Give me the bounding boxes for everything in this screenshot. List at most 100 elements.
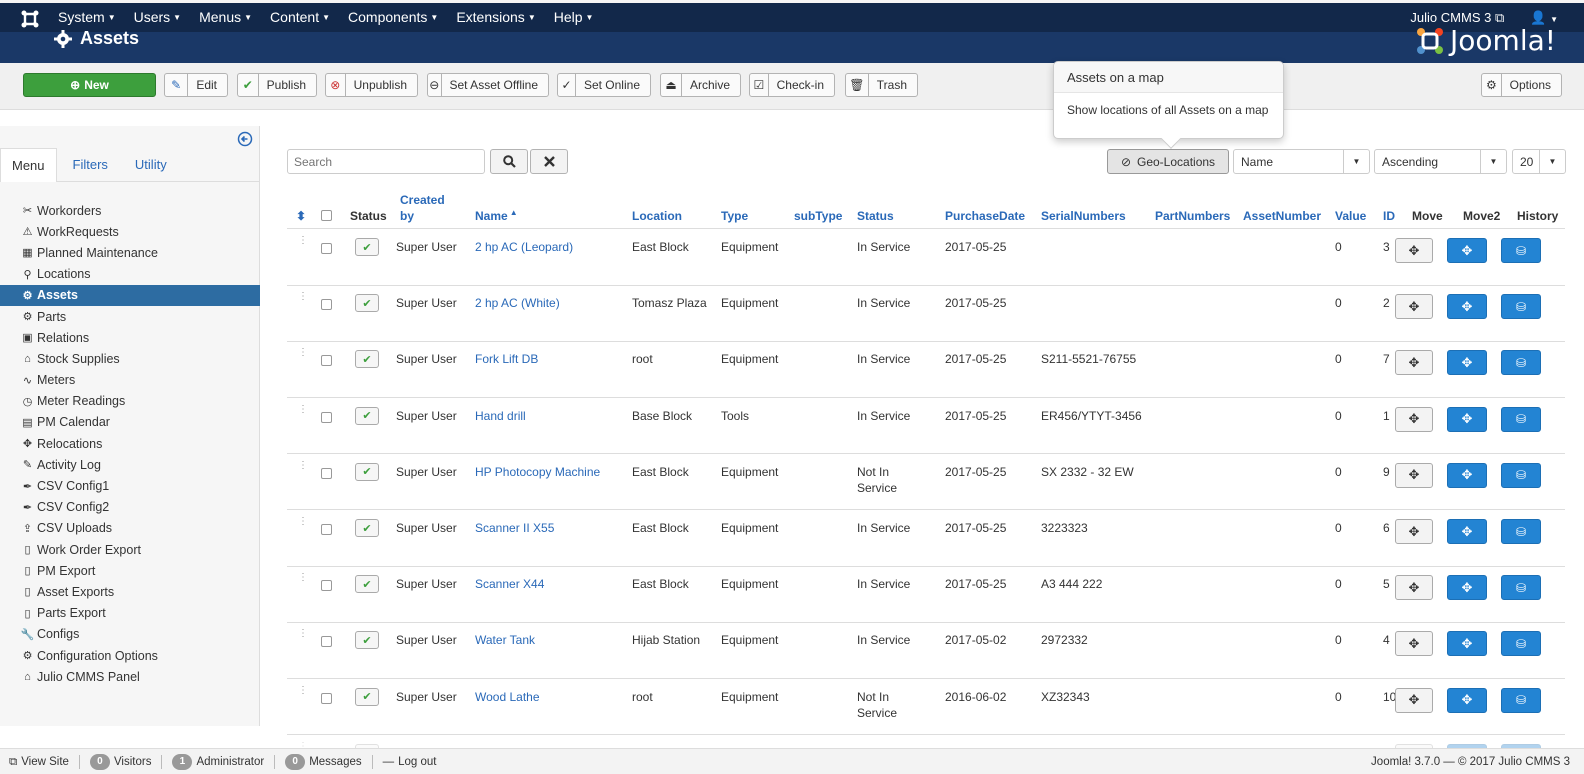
drag-handle-icon[interactable]: ⋮: [298, 404, 308, 414]
move2-button[interactable]: ✥: [1447, 462, 1487, 488]
header-serial-numbers[interactable]: SerialNumbers: [1041, 191, 1126, 226]
published-toggle[interactable]: ✔: [355, 294, 379, 313]
tab-menu[interactable]: Menu: [0, 148, 57, 182]
move-button[interactable]: ✥: [1395, 519, 1433, 544]
trash-button[interactable]: 🗑 Trash: [845, 73, 918, 97]
menu-users[interactable]: Users ▼: [134, 3, 181, 32]
move-button[interactable]: ✥: [1395, 406, 1433, 432]
history-button[interactable]: ⛁: [1501, 687, 1541, 713]
header-value[interactable]: Value: [1335, 191, 1366, 226]
history-button[interactable]: ⛁: [1501, 406, 1541, 432]
sidebar-item-relocations[interactable]: ✥ Relocations: [0, 433, 260, 454]
drag-handle-icon[interactable]: ⋮: [298, 517, 308, 527]
move2-button[interactable]: ✥: [1447, 238, 1487, 263]
sidebar-item-parts[interactable]: ⚙ Parts: [0, 306, 260, 327]
messages-counter[interactable]: 0 Messages: [285, 754, 362, 770]
sidebar-item-parts-export[interactable]: ▯ Parts Export: [0, 603, 260, 624]
sort-field-select[interactable]: Name ▼: [1233, 149, 1370, 174]
sidebar-item-configuration-options[interactable]: ⚙ Configuration Options: [0, 645, 260, 666]
move-button[interactable]: ✥: [1395, 238, 1433, 263]
collapse-sidebar-icon[interactable]: [237, 131, 253, 147]
ordering-header[interactable]: ⬍: [296, 191, 306, 226]
menu-content[interactable]: Content ▼: [270, 3, 330, 32]
row-checkbox[interactable]: [321, 692, 332, 704]
row-checkbox[interactable]: [321, 243, 332, 254]
header-subtype[interactable]: subType: [794, 191, 842, 226]
history-button[interactable]: ⛁: [1501, 350, 1541, 376]
history-button[interactable]: ⛁: [1501, 462, 1541, 488]
search-button[interactable]: [490, 149, 528, 174]
header-purchase-date[interactable]: PurchaseDate: [945, 191, 1025, 226]
sidebar-item-asset-exports[interactable]: ▯ Asset Exports: [0, 581, 260, 602]
move2-button[interactable]: ✥: [1447, 519, 1487, 544]
header-part-numbers[interactable]: PartNumbers: [1155, 191, 1230, 226]
header-name[interactable]: Name ▲: [475, 191, 518, 226]
sidebar-item-meters[interactable]: ∿ Meters: [0, 370, 260, 391]
header-id[interactable]: ID: [1383, 191, 1395, 226]
cell-name[interactable]: 2 hp AC (Leopard): [475, 239, 625, 255]
row-checkbox[interactable]: [321, 411, 332, 423]
drag-handle-icon[interactable]: ⋮: [298, 460, 308, 470]
header-type[interactable]: Type: [721, 191, 748, 226]
joomla-icon[interactable]: [20, 9, 40, 29]
sidebar-item-csv-config1[interactable]: ✒ CSV Config1: [0, 475, 260, 496]
sidebar-item-pm-export[interactable]: ▯ PM Export: [0, 560, 260, 581]
sidebar-item-workorders[interactable]: ✂ Workorders: [0, 200, 260, 221]
sidebar-item-stock-supplies[interactable]: ⌂ Stock Supplies: [0, 348, 260, 369]
history-button[interactable]: ⛁: [1501, 294, 1541, 320]
edit-button[interactable]: ✎ Edit: [164, 73, 228, 97]
move-button[interactable]: ✥: [1395, 687, 1433, 713]
row-checkbox[interactable]: [321, 355, 332, 367]
row-checkbox[interactable]: [321, 467, 332, 479]
menu-menus[interactable]: Menus ▼: [199, 3, 252, 32]
menu-components[interactable]: Components ▼: [348, 3, 438, 32]
row-checkbox[interactable]: [321, 299, 332, 311]
sidebar-item-configs[interactable]: 🔧 Configs: [0, 624, 260, 645]
header-status-2[interactable]: Status: [857, 191, 894, 226]
sort-direction-select[interactable]: Ascending ▼: [1374, 149, 1507, 174]
move-button[interactable]: ✥: [1395, 294, 1433, 320]
view-site-link[interactable]: ⧉ View Site: [9, 756, 69, 769]
cell-name[interactable]: Fork Lift DB: [475, 351, 625, 367]
row-checkbox[interactable]: [321, 580, 332, 592]
sidebar-item-csv-config2[interactable]: ✒ CSV Config2: [0, 497, 260, 518]
geo-locations-button[interactable]: ⊘ Geo-Locations: [1107, 149, 1229, 174]
sidebar-item-meter-readings[interactable]: ◷ Meter Readings: [0, 391, 260, 412]
published-toggle[interactable]: ✔: [355, 687, 379, 706]
set-offline-button[interactable]: ⊖ Set Asset Offline: [427, 73, 549, 97]
published-toggle[interactable]: ✔: [355, 631, 379, 650]
history-button[interactable]: ⛁: [1501, 238, 1541, 263]
header-asset-number[interactable]: AssetNumber: [1243, 191, 1321, 226]
move-button[interactable]: ✥: [1395, 350, 1433, 376]
move2-button[interactable]: ✥: [1447, 294, 1487, 320]
move2-button[interactable]: ✥: [1447, 631, 1487, 657]
sidebar-item-work-order-export[interactable]: ▯ Work Order Export: [0, 539, 260, 560]
cell-name[interactable]: Hand drill: [475, 408, 625, 424]
published-toggle[interactable]: ✔: [355, 575, 379, 594]
move-button[interactable]: ✥: [1395, 462, 1433, 488]
published-toggle[interactable]: ✔: [355, 519, 379, 537]
cell-name[interactable]: Wood Lathe: [475, 689, 625, 705]
publish-button[interactable]: ✔ Publish: [237, 73, 317, 97]
move-button[interactable]: ✥: [1395, 575, 1433, 601]
new-button[interactable]: ⊕ New: [23, 73, 156, 97]
move2-button[interactable]: ✥: [1447, 687, 1487, 713]
checkin-button[interactable]: ☑ Check-in: [749, 73, 835, 97]
logout-link[interactable]: — Log out: [383, 756, 437, 768]
row-checkbox[interactable]: [321, 636, 332, 648]
published-toggle[interactable]: ✔: [355, 350, 379, 369]
sidebar-item-julio-cmms-panel[interactable]: ⌂ Julio CMMS Panel: [0, 666, 260, 687]
options-button[interactable]: ⚙ Options: [1481, 73, 1562, 97]
sidebar-item-relations[interactable]: ▣ Relations: [0, 327, 260, 348]
archive-button[interactable]: ⏏ Archive: [660, 73, 741, 97]
cell-name[interactable]: Scanner X44: [475, 576, 625, 592]
drag-handle-icon[interactable]: ⋮: [298, 348, 308, 358]
visitors-counter[interactable]: 0 Visitors: [89, 754, 151, 770]
history-button[interactable]: ⛁: [1501, 575, 1541, 601]
drag-handle-icon[interactable]: ⋮: [298, 629, 308, 639]
menu-extensions[interactable]: Extensions ▼: [456, 3, 535, 32]
sidebar-item-pm-calendar[interactable]: ▤ PM Calendar: [0, 412, 260, 433]
drag-handle-icon[interactable]: ⋮: [298, 573, 308, 583]
drag-handle-icon[interactable]: ⋮: [298, 292, 308, 302]
administrator-counter[interactable]: 1 Administrator: [172, 754, 264, 770]
